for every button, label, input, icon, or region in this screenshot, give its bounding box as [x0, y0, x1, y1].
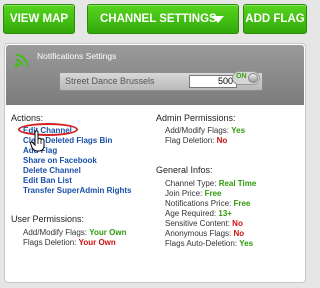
info-label: Sensitive Content: — [165, 219, 230, 228]
wifi-signal-icon — [15, 54, 28, 67]
admin-permissions-heading: Admin Permissions: — [156, 113, 236, 123]
hand-cursor-icon — [30, 130, 45, 152]
info-row: Flags Auto-Deletion: Yes — [165, 239, 253, 248]
info-row: Join Price: Free — [165, 189, 222, 198]
info-value: 13+ — [218, 209, 232, 218]
channel-settings-button[interactable]: CHANNEL SETTINGS — [87, 4, 239, 34]
admin-perm-row: Flag Deletion: No — [165, 136, 227, 145]
user-perm-value: Your Own — [89, 228, 127, 237]
user-perm-label: Add/Modify Flags: — [23, 228, 88, 237]
user-perm-row: Flags Deletion: Your Own — [23, 238, 116, 247]
transfer-superadmin-link[interactable]: Transfer SuperAdmin Rights — [23, 186, 131, 195]
info-label: Age Required: — [165, 209, 217, 218]
info-row: Sensitive Content: No — [165, 219, 243, 228]
admin-perm-label: Flag Deletion: — [165, 136, 215, 145]
info-row: Notifications Price: Free — [165, 199, 250, 208]
view-map-button[interactable]: VIEW MAP — [3, 4, 75, 34]
edit-ban-list-link[interactable]: Edit Ban List — [23, 176, 72, 185]
channel-settings-panel: Notifications Settings Street Dance Brus… — [4, 43, 306, 283]
channel-settings-label: CHANNEL SETTINGS — [100, 13, 217, 25]
info-row: Channel Type: Real Time — [165, 179, 256, 188]
admin-perm-row: Add/Modify Flags: Yes — [165, 126, 245, 135]
general-infos-heading: General Infos: — [156, 165, 213, 175]
info-label: Join Price: — [165, 189, 203, 198]
info-row: Age Required: 13+ — [165, 209, 232, 218]
notifications-header: Notifications Settings Street Dance Brus… — [6, 45, 304, 105]
chevron-down-icon — [212, 16, 224, 23]
info-row: Anonymous Flags: No — [165, 229, 244, 238]
radius-input[interactable]: 500 — [189, 75, 237, 88]
user-perm-label: Flags Deletion: — [23, 238, 77, 247]
user-perm-row: Add/Modify Flags: Your Own — [23, 228, 126, 237]
info-label: Channel Type: — [165, 179, 217, 188]
user-perm-value: Your Own — [78, 238, 116, 247]
info-label: Flags Auto-Deletion: — [165, 239, 238, 248]
notifications-title: Notifications Settings — [37, 51, 117, 61]
info-value: No — [232, 219, 243, 228]
add-flag-button[interactable]: ADD FLAG — [243, 4, 307, 34]
info-label: Notifications Price: — [165, 199, 232, 208]
share-facebook-link[interactable]: Share on Facebook — [23, 156, 97, 165]
info-value: Free — [233, 199, 251, 208]
top-toolbar: VIEW MAP CHANNEL SETTINGS ADD FLAG — [0, 0, 311, 40]
info-label: Anonymous Flags: — [165, 229, 232, 238]
admin-perm-label: Add/Modify Flags: — [165, 126, 230, 135]
user-permissions-heading: User Permissions: — [11, 214, 85, 224]
toggle-label: ON — [236, 73, 247, 80]
admin-perm-value: No — [216, 136, 228, 145]
admin-perm-value: Yes — [231, 126, 246, 135]
highlight-circle — [18, 123, 78, 136]
actions-heading: Actions: — [11, 113, 44, 123]
info-value: Real Time — [218, 179, 257, 188]
delete-channel-link[interactable]: Delete Channel — [23, 166, 81, 175]
info-value: No — [233, 229, 245, 238]
channel-name: Street Dance Brussels — [65, 76, 155, 86]
toggle-knob[interactable] — [248, 73, 258, 83]
info-value: Yes — [239, 239, 254, 248]
info-value: Free — [204, 189, 222, 198]
notifications-toggle[interactable]: ON — [232, 71, 260, 85]
